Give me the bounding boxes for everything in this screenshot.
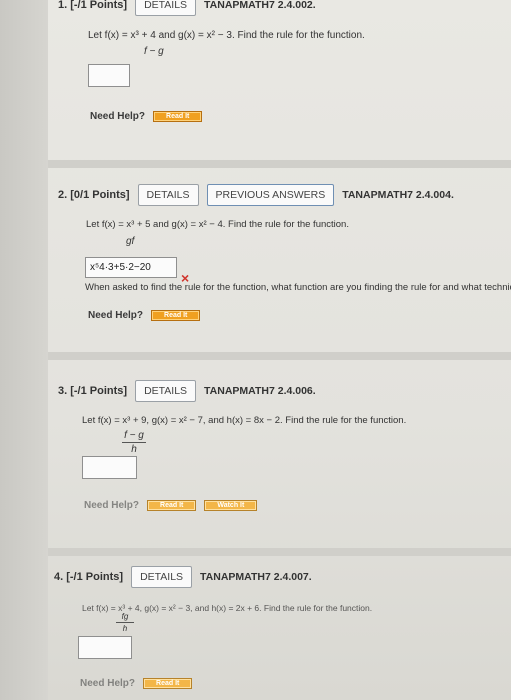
fraction-bar: [116, 622, 134, 623]
q3-numerator: f − g: [124, 430, 144, 441]
q3-read-it-button[interactable]: Read It: [147, 500, 197, 511]
q1-points: 1. [-/1 Points]: [58, 0, 128, 11]
q2-need-help-label: Need Help?: [88, 310, 144, 321]
q1-help: Need Help? Read It: [90, 111, 203, 122]
q3-points: 3. [-/1 Points]: [58, 385, 128, 397]
question-separator: [48, 160, 511, 168]
q2-read-it-button[interactable]: Read It: [151, 310, 201, 321]
q4-answer-input[interactable]: [78, 636, 132, 659]
q1-details-button[interactable]: DETAILS: [135, 0, 197, 16]
q4-code: TANAPMATH7 2.4.007.: [200, 571, 312, 583]
q4-points: 4. [-/1 Points]: [54, 571, 124, 583]
q2-points: 2. [0/1 Points]: [58, 189, 130, 201]
q2-answer-input[interactable]: x⁵4·3+5·2−20: [85, 257, 177, 278]
q1-header: 1. [-/1 Points] DETAILS TANAPMATH7 2.4.0…: [58, 0, 316, 16]
q2-header: 2. [0/1 Points] DETAILS PREVIOUS ANSWERS…: [58, 184, 454, 206]
q2-expression: gf: [126, 236, 135, 247]
q4-read-it-button[interactable]: Read It: [143, 678, 193, 689]
q1-expression: f − g: [144, 46, 164, 57]
q1-read-it-button[interactable]: Read It: [153, 111, 203, 122]
q3-watch-it-button[interactable]: Watch It: [204, 500, 258, 511]
q3-answer-input[interactable]: [82, 456, 137, 479]
page: [0, 0, 511, 700]
q1-code: TANAPMATH7 2.4.002.: [204, 0, 316, 11]
q4-denominator: h: [122, 624, 128, 633]
q3-help: Need Help? Read It Watch It: [84, 500, 258, 511]
q1-prompt: Let f(x) = x³ + 4 and g(x) = x² − 3. Fin…: [88, 30, 365, 41]
q4-numerator: fg: [121, 612, 129, 621]
q3-expression: f − g h: [122, 430, 146, 455]
q3-header: 3. [-/1 Points] DETAILS TANAPMATH7 2.4.0…: [58, 380, 316, 402]
q4-help: Need Help? Read It: [80, 678, 193, 689]
q2-answer-value: x⁵4·3+5·2−20: [90, 262, 151, 273]
q2-details-button[interactable]: DETAILS: [137, 184, 199, 206]
q2-code: TANAPMATH7 2.4.004.: [342, 189, 454, 201]
q2-feedback: When asked to find the rule for the func…: [85, 282, 511, 293]
q3-code: TANAPMATH7 2.4.006.: [204, 385, 316, 397]
question-separator: [48, 548, 511, 556]
q2-prompt: Let f(x) = x³ + 5 and g(x) = x² − 4. Fin…: [86, 219, 349, 230]
left-margin: [0, 0, 48, 700]
q4-details-button[interactable]: DETAILS: [131, 566, 193, 588]
question-separator: [48, 352, 511, 360]
q4-header: 4. [-/1 Points] DETAILS TANAPMATH7 2.4.0…: [54, 566, 312, 588]
q1-need-help-label: Need Help?: [90, 111, 146, 122]
q3-denominator: h: [131, 444, 137, 455]
q1-answer-input[interactable]: [88, 64, 130, 87]
q4-expression: fg h: [116, 612, 134, 633]
q3-need-help-label: Need Help?: [84, 500, 140, 511]
q3-prompt: Let f(x) = x³ + 9, g(x) = x² − 7, and h(…: [82, 415, 407, 426]
fraction-bar: [122, 442, 146, 443]
q2-previous-answers-button[interactable]: PREVIOUS ANSWERS: [206, 184, 335, 206]
q4-need-help-label: Need Help?: [80, 678, 136, 689]
q3-details-button[interactable]: DETAILS: [135, 380, 197, 402]
q2-help: Need Help? Read It: [88, 310, 201, 321]
